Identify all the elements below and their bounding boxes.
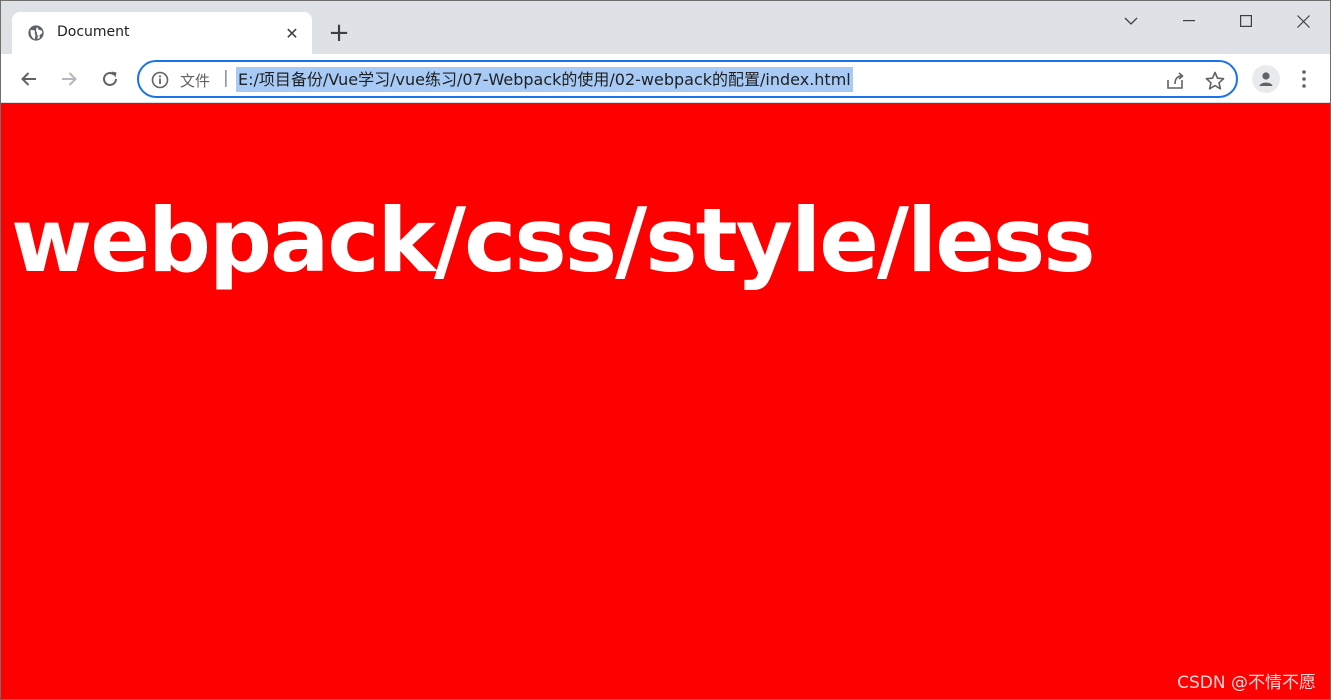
- maximize-icon: [1240, 15, 1252, 27]
- star-icon[interactable]: [1203, 69, 1227, 93]
- arrow-right-icon: [62, 72, 77, 86]
- profile-avatar[interactable]: [1252, 65, 1280, 93]
- arrow-left-icon: [21, 72, 36, 86]
- page-heading: webpack/css/style/less: [11, 189, 1096, 292]
- maximize-button[interactable]: [1223, 1, 1269, 41]
- tab-strip: Document ✕ +: [1, 1, 1330, 54]
- minimize-icon: [1183, 20, 1195, 22]
- browser-toolbar: 文件 | E:/项目备份/Vue学习/vue练习/07-Webpack的使用/0…: [1, 54, 1330, 103]
- globe-icon: [28, 25, 44, 41]
- share-icon[interactable]: [1163, 69, 1187, 93]
- chevron-down-icon: [1124, 17, 1138, 25]
- reload-button[interactable]: [95, 64, 125, 94]
- browser-menu-button[interactable]: [1294, 65, 1314, 93]
- info-icon[interactable]: [151, 71, 169, 89]
- back-button[interactable]: [14, 64, 44, 94]
- browser-window: Document ✕ + 文件 | E:/项目备份/Vue学习/vue练习/07…: [0, 0, 1331, 700]
- forward-button[interactable]: [54, 64, 84, 94]
- page-content: webpack/css/style/less CSDN @不情不愿: [1, 104, 1330, 699]
- tab-search-button[interactable]: [1108, 1, 1154, 41]
- close-window-button[interactable]: [1280, 1, 1326, 41]
- scheme-label: 文件: [180, 72, 211, 90]
- close-icon: [1296, 14, 1310, 28]
- person-icon: [1259, 72, 1273, 86]
- watermark: CSDN @不情不愿: [1177, 673, 1316, 693]
- scheme-separator: |: [223, 68, 229, 88]
- new-tab-button[interactable]: +: [325, 19, 353, 47]
- tab-document[interactable]: Document ✕: [12, 12, 312, 54]
- tab-close-icon[interactable]: ✕: [282, 23, 302, 43]
- minimize-button[interactable]: [1166, 1, 1212, 41]
- reload-icon: [103, 71, 117, 86]
- address-bar[interactable]: 文件 | E:/项目备份/Vue学习/vue练习/07-Webpack的使用/0…: [137, 60, 1238, 98]
- kebab-menu-icon: [1302, 70, 1306, 88]
- tab-title: Document: [57, 24, 130, 40]
- url-text[interactable]: E:/项目备份/Vue学习/vue练习/07-Webpack的使用/02-web…: [236, 67, 853, 92]
